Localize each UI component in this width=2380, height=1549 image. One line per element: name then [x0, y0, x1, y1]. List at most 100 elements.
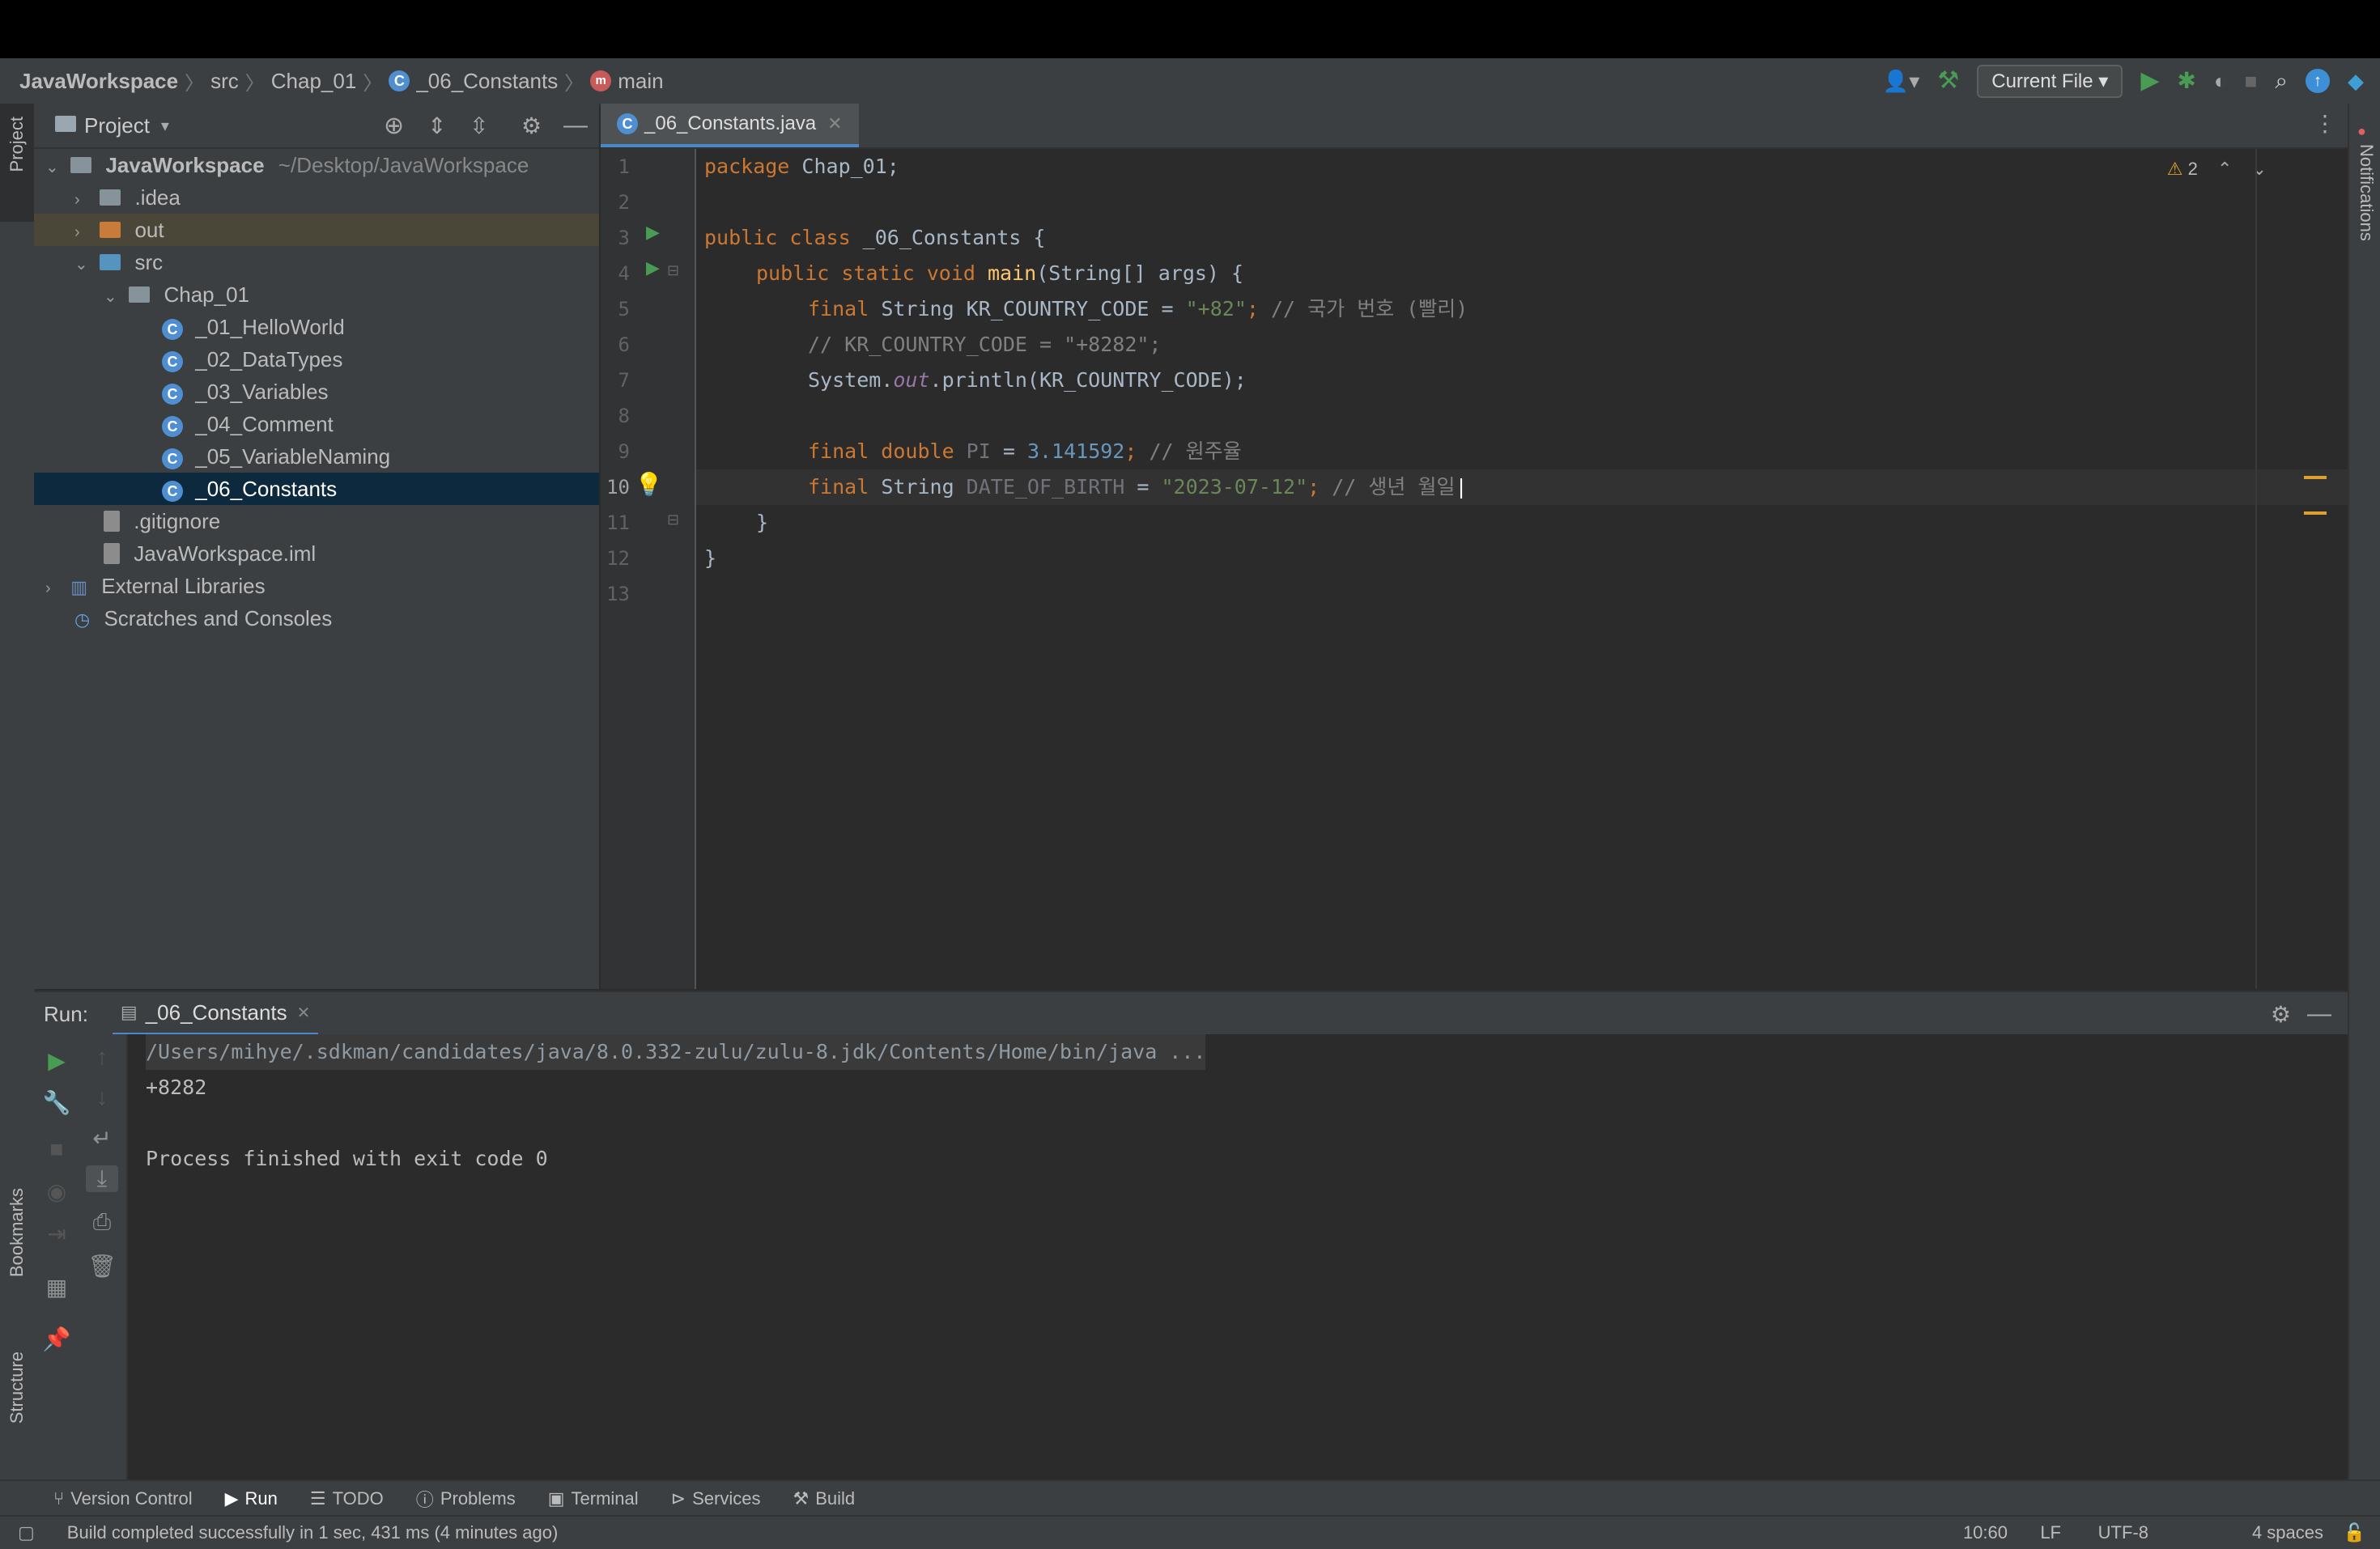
- tree-item-file[interactable]: C _05_VariableNaming: [34, 440, 599, 473]
- gear-icon[interactable]: ⚙: [521, 112, 542, 139]
- tree-item-file[interactable]: C _03_Variables: [34, 376, 599, 408]
- tree-item-src[interactable]: ⌄ src: [34, 246, 599, 278]
- tab-label: Terminal: [571, 1488, 639, 1509]
- chevron-right-icon[interactable]: ›: [74, 216, 94, 248]
- breadcrumb-src[interactable]: src: [210, 69, 239, 94]
- tree-item-external-libraries[interactable]: › ▥ External Libraries: [34, 570, 599, 602]
- close-icon[interactable]: ✕: [297, 1003, 311, 1023]
- line-number: 4: [618, 262, 630, 285]
- wrench-icon[interactable]: 🔧: [34, 1089, 79, 1116]
- fold-icon[interactable]: ⊟: [667, 511, 679, 528]
- tree-item-file[interactable]: C _04_Comment: [34, 408, 599, 440]
- exit-icon[interactable]: ⇥: [34, 1220, 79, 1247]
- chevron-down-icon[interactable]: ▾: [161, 116, 169, 136]
- indent-setting[interactable]: 4 spaces: [2252, 1522, 2323, 1543]
- tree-item-file[interactable]: C _01_HelloWorld: [34, 311, 599, 343]
- breadcrumb-class[interactable]: _06_Constants: [416, 69, 558, 94]
- chevron-down-icon[interactable]: ⌄: [2252, 159, 2267, 179]
- tab-problems[interactable]: ⓘ Problems: [416, 1486, 516, 1512]
- tree-item-iml[interactable]: JavaWorkspace.iml: [34, 537, 599, 570]
- more-icon[interactable]: ⋮: [2314, 110, 2336, 137]
- caret-position[interactable]: 10:60: [1963, 1522, 2008, 1543]
- print-icon[interactable]: ⎙: [79, 1209, 125, 1236]
- services-icon: ⊳: [670, 1488, 686, 1509]
- panel-toggle-icon[interactable]: ▢: [18, 1522, 35, 1543]
- line-separator[interactable]: LF: [2040, 1522, 2061, 1543]
- arrow-down-icon[interactable]: ↓: [79, 1084, 125, 1110]
- chevron-right-icon[interactable]: ›: [74, 184, 94, 216]
- run-tab[interactable]: ▤ _06_Constants ✕: [112, 992, 319, 1036]
- inspection-widget[interactable]: ⚠ 2 ⌃ ⌄: [2167, 159, 2267, 180]
- tab-todo[interactable]: ☰ TODO: [310, 1488, 384, 1509]
- jetbrains-icon[interactable]: ◆: [2348, 58, 2364, 104]
- bookmarks-tool-tab[interactable]: Bookmarks: [6, 1188, 28, 1277]
- gear-icon[interactable]: ⚙: [2271, 1001, 2291, 1028]
- expand-all-icon[interactable]: ⇕: [427, 112, 446, 139]
- rerun-icon[interactable]: ▶: [34, 1047, 79, 1074]
- update-icon[interactable]: ↑: [2306, 69, 2330, 93]
- breadcrumb-project[interactable]: JavaWorkspace: [19, 69, 178, 94]
- tab-services[interactable]: ⊳ Services: [671, 1488, 761, 1509]
- run-gutter-icon[interactable]: ▶: [646, 222, 660, 243]
- line-number: 13: [606, 583, 630, 605]
- chevron-right-icon[interactable]: ›: [45, 572, 65, 605]
- tree-item-root[interactable]: ⌄ JavaWorkspace ~/Desktop/JavaWorkspace: [34, 149, 599, 181]
- project-tool-tab[interactable]: Project: [0, 104, 34, 222]
- soft-wrap-icon[interactable]: ↵: [79, 1125, 125, 1152]
- chevron-down-icon[interactable]: ⌄: [74, 248, 94, 281]
- tree-item-gitignore[interactable]: .gitignore: [34, 505, 599, 537]
- tree-item-file[interactable]: C _02_DataTypes: [34, 343, 599, 376]
- file-encoding[interactable]: UTF-8: [2098, 1522, 2148, 1543]
- lightbulb-icon[interactable]: 💡: [635, 471, 663, 498]
- code-editor[interactable]: package Chap_01; public class _06_Consta…: [696, 149, 2348, 989]
- coverage-icon[interactable]: ◐: [2214, 58, 2227, 104]
- chevron-down-icon[interactable]: ⌄: [45, 151, 65, 184]
- run-gutter-icon[interactable]: ▶: [646, 257, 660, 278]
- tab-terminal[interactable]: ▣ Terminal: [548, 1488, 639, 1509]
- locate-icon[interactable]: ⊕: [384, 112, 404, 140]
- notifications-tool-label[interactable]: Notifications: [2356, 144, 2377, 241]
- user-icon[interactable]: 👤▾: [1883, 58, 1919, 104]
- minimize-icon[interactable]: —: [563, 112, 588, 139]
- build-hammer-icon[interactable]: ⚒: [1937, 58, 1959, 104]
- trash-icon[interactable]: 🗑: [79, 1253, 125, 1280]
- arrow-up-icon[interactable]: ↑: [79, 1044, 125, 1070]
- notification-bell-icon[interactable]: ●: [2357, 123, 2366, 140]
- close-icon[interactable]: ✕: [827, 113, 842, 134]
- breadcrumb-package[interactable]: Chap_01: [271, 69, 357, 94]
- pin-icon[interactable]: 📌: [34, 1326, 79, 1352]
- run-config-select[interactable]: Current File ▾: [1977, 64, 2123, 98]
- debug-icon[interactable]: ✱: [2177, 58, 2195, 104]
- chevron-up-icon[interactable]: ⌃: [2217, 159, 2232, 179]
- chevron-down-icon[interactable]: ⌄: [104, 281, 123, 313]
- search-icon[interactable]: ⌕: [2275, 58, 2288, 104]
- project-panel-title[interactable]: Project: [84, 113, 150, 138]
- collapse-all-icon[interactable]: ⇳: [470, 112, 488, 139]
- tree-item-out[interactable]: › out: [34, 214, 599, 246]
- breadcrumb-method[interactable]: main: [618, 69, 663, 94]
- editor-tab[interactable]: C _06_Constants.java ✕: [601, 104, 859, 147]
- console-line-command[interactable]: /Users/mihye/.sdkman/candidates/java/8.0…: [146, 1034, 1206, 1070]
- warning-marker[interactable]: [2304, 511, 2327, 515]
- tree-item-scratches[interactable]: ◷ Scratches and Consoles: [34, 602, 599, 634]
- stop-icon[interactable]: ■: [2245, 58, 2258, 104]
- camera-icon[interactable]: ◉: [34, 1178, 79, 1205]
- run-icon[interactable]: ▶: [2140, 58, 2159, 104]
- layout-icon[interactable]: ▦: [34, 1274, 79, 1301]
- console-output[interactable]: /Users/mihye/.sdkman/candidates/java/8.0…: [128, 1034, 2348, 1479]
- tree-item-idea[interactable]: › .idea: [34, 181, 599, 214]
- tree-item-chap01[interactable]: ⌄ Chap_01: [34, 278, 599, 311]
- status-message[interactable]: Build completed successfully in 1 sec, 4…: [67, 1522, 559, 1543]
- tree-item-file-selected[interactable]: C _06_Constants: [34, 473, 599, 505]
- warning-marker[interactable]: [2304, 476, 2327, 479]
- scroll-to-end-icon[interactable]: ⤓: [86, 1165, 118, 1192]
- fold-icon[interactable]: ⊟: [667, 262, 679, 279]
- tab-build[interactable]: ⚒ Build: [793, 1488, 855, 1509]
- stop-icon[interactable]: ■: [34, 1136, 79, 1162]
- tab-version-control[interactable]: ⑂ Version Control: [53, 1488, 193, 1509]
- tab-run[interactable]: ▶ Run: [225, 1488, 278, 1509]
- structure-tool-tab[interactable]: Structure: [6, 1352, 28, 1424]
- minimize-icon[interactable]: —: [2307, 1000, 2331, 1028]
- tree-item-label: _04_Comment: [195, 412, 334, 436]
- lock-icon[interactable]: 🔓: [2344, 1522, 2365, 1543]
